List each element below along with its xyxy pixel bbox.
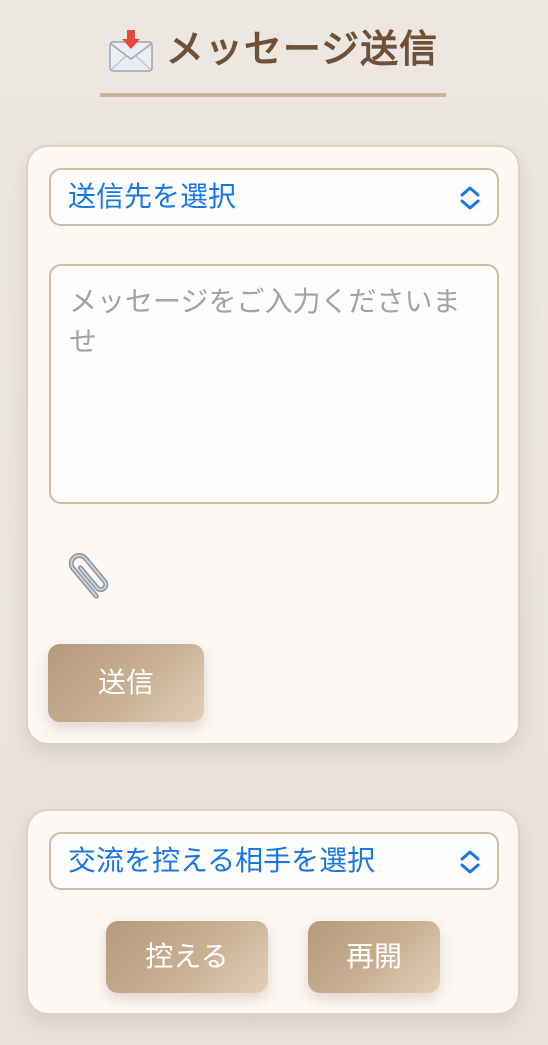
envelope-incoming-icon xyxy=(109,30,153,72)
chevron-up-down-icon xyxy=(460,186,480,210)
page-header: メッセージ送信 xyxy=(100,22,446,97)
chevron-up-down-icon xyxy=(460,850,480,874)
block-button[interactable]: 控える xyxy=(106,921,268,993)
block-target-select-value: 交流を控える相手を選択 xyxy=(68,844,376,877)
resume-button[interactable]: 再開 xyxy=(308,921,440,993)
recipient-select[interactable]: 送信先を選択 xyxy=(49,168,499,226)
send-button[interactable]: 送信 xyxy=(48,644,204,722)
message-input[interactable]: メッセージをご入力くださいませ xyxy=(49,264,499,504)
paperclip-icon[interactable] xyxy=(58,547,118,607)
page-title: メッセージ送信 xyxy=(165,26,439,71)
recipient-select-value: 送信先を選択 xyxy=(68,180,237,213)
block-target-select[interactable]: 交流を控える相手を選択 xyxy=(49,832,499,890)
message-send-card: 送信先を選択 メッセージをご入力くださいませ 送信 xyxy=(26,145,520,745)
block-user-card: 交流を控える相手を選択 控える 再開 xyxy=(26,809,520,1015)
